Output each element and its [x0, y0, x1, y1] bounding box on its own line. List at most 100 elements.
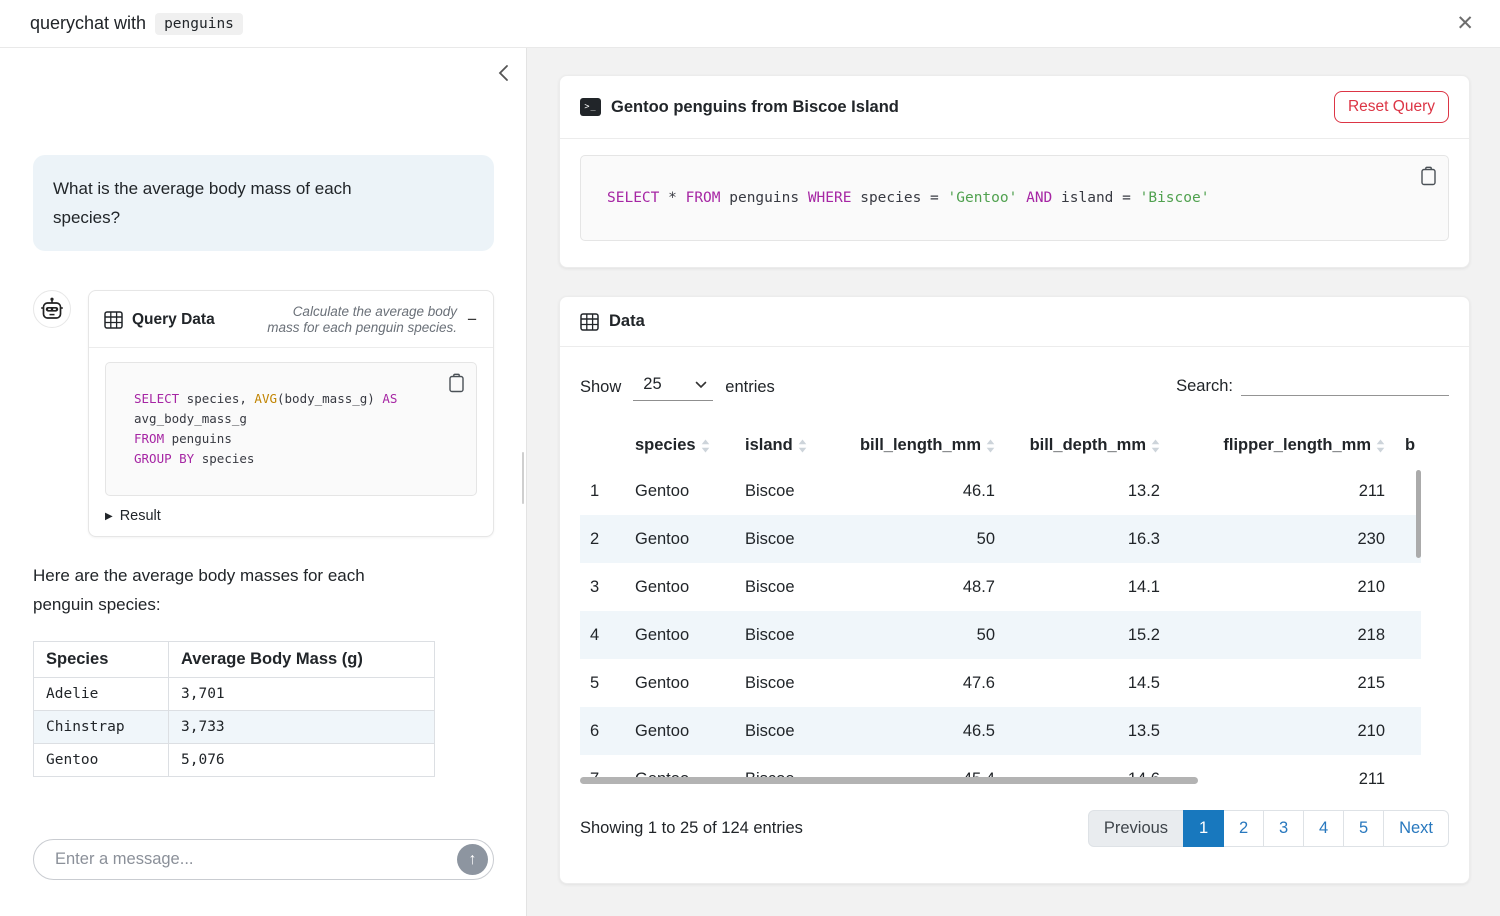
copy-icon[interactable]: [1418, 164, 1439, 188]
table-cell: 14.1: [1005, 563, 1170, 611]
send-button[interactable]: ↑: [457, 844, 488, 875]
assistant-message: Here are the average body masses for eac…: [33, 561, 494, 619]
table-cell: 230: [1170, 515, 1395, 563]
table-cell: 210: [1170, 563, 1395, 611]
page-button-next[interactable]: Next: [1383, 810, 1449, 847]
triangle-right-icon: ▶: [105, 511, 113, 522]
search-control: Search:: [1176, 373, 1449, 396]
table-cell: Gentoo: [625, 659, 735, 707]
table-cell: 211: [1170, 755, 1395, 785]
table-cell: [1395, 611, 1421, 659]
chat-message-input[interactable]: [33, 839, 494, 880]
column-header-flipper_length_mm[interactable]: flipper_length_mm: [1170, 428, 1395, 467]
table-cell: [1395, 755, 1421, 785]
sort-icon: [701, 439, 710, 453]
result-toggle[interactable]: ▶ Result: [105, 508, 477, 524]
table-cell: Biscoe: [735, 563, 845, 611]
row-number: 3: [580, 563, 625, 611]
user-message: What is the average body mass of each sp…: [33, 155, 494, 251]
table-cell: [1395, 563, 1421, 611]
search-label: Search:: [1176, 377, 1233, 396]
chat-panel: What is the average body mass of each sp…: [0, 48, 527, 916]
collapse-card-icon[interactable]: −: [466, 311, 478, 328]
table-cell: 215: [1170, 659, 1395, 707]
table-cell: Adelie: [34, 678, 169, 711]
column-header-species[interactable]: species: [625, 428, 735, 467]
table-cell: 211: [1170, 467, 1395, 515]
current-query-card: >_ Gentoo penguins from Biscoe Island Re…: [559, 75, 1470, 268]
table-row: 5GentooBiscoe47.614.5215: [580, 659, 1421, 707]
row-number: 5: [580, 659, 625, 707]
table-row: 1GentooBiscoe46.113.2211: [580, 467, 1421, 515]
table-row: Gentoo5,076: [34, 744, 435, 777]
table-row: 2GentooBiscoe5016.3230: [580, 515, 1421, 563]
table-cell: 46.1: [845, 467, 1005, 515]
panel-resize-handle[interactable]: [522, 452, 524, 504]
table-cell: Gentoo: [625, 611, 735, 659]
table-cell: Gentoo: [625, 467, 735, 515]
collapse-panel-icon[interactable]: [495, 62, 512, 84]
page-button-1[interactable]: 1: [1183, 810, 1224, 847]
reset-query-button[interactable]: Reset Query: [1334, 91, 1449, 123]
table-cell: 14.5: [1005, 659, 1170, 707]
table-cell: 46.5: [845, 707, 1005, 755]
table-cell: 15.2: [1005, 611, 1170, 659]
app-header: querychat with penguins ✕: [0, 0, 1500, 48]
table-cell: 218: [1170, 611, 1395, 659]
data-card-title: Data: [609, 312, 645, 331]
chat-history: What is the average body mass of each sp…: [0, 48, 526, 777]
robot-avatar: [33, 290, 71, 328]
page-button-previous[interactable]: Previous: [1088, 810, 1184, 847]
column-header-island[interactable]: island: [735, 428, 845, 467]
table-cell: Biscoe: [735, 707, 845, 755]
row-number: 4: [580, 611, 625, 659]
vertical-scrollbar-thumb[interactable]: [1416, 470, 1421, 558]
table-cell: [1395, 659, 1421, 707]
page-button-5[interactable]: 5: [1343, 810, 1384, 847]
column-header: Species: [34, 642, 169, 678]
table-search-input[interactable]: [1241, 373, 1449, 396]
data-table-viewport: speciesislandbill_length_mmbill_depth_mm…: [580, 428, 1449, 785]
table-cell: Biscoe: [735, 611, 845, 659]
page-button-3[interactable]: 3: [1263, 810, 1304, 847]
row-number: 1: [580, 467, 625, 515]
page-button-4[interactable]: 4: [1303, 810, 1344, 847]
copy-icon[interactable]: [446, 371, 467, 395]
page-button-2[interactable]: 2: [1223, 810, 1264, 847]
table-cell: 13.5: [1005, 707, 1170, 755]
table-cell: Gentoo: [625, 515, 735, 563]
row-number: 6: [580, 707, 625, 755]
species-mass-table: Species Average Body Mass (g) Adelie3,70…: [33, 641, 435, 777]
result-label: Result: [120, 508, 161, 524]
table-cell: 5,076: [169, 744, 435, 777]
table-cell: 13.2: [1005, 467, 1170, 515]
table-cell: 16.3: [1005, 515, 1170, 563]
dataset-name-badge: penguins: [155, 13, 243, 35]
column-header-bill_length_mm[interactable]: bill_length_mm: [845, 428, 1005, 467]
table-row: 6GentooBiscoe46.513.5210: [580, 707, 1421, 755]
table-cell: Chinstrap: [34, 711, 169, 744]
querychat-app: querychat with penguins ✕ What is the av…: [0, 0, 1500, 916]
tool-card-subtitle: Calculate the average body mass for each…: [261, 304, 457, 335]
table-cell: 48.7: [845, 563, 1005, 611]
sort-icon: [1151, 439, 1160, 453]
table-grid-icon: [104, 311, 123, 329]
table-row: 4GentooBiscoe5015.2218: [580, 611, 1421, 659]
close-icon[interactable]: ✕: [1456, 13, 1474, 34]
title-text: querychat with: [30, 13, 146, 34]
sql-code-block: SELECT species, AVG(body_mass_g) ASavg_b…: [105, 362, 477, 496]
show-label: Show: [580, 378, 621, 397]
table-cell: Gentoo: [625, 707, 735, 755]
table-cell: [1395, 707, 1421, 755]
column-header-bill_depth_mm[interactable]: bill_depth_mm: [1005, 428, 1170, 467]
sql-code: SELECT species, AVG(body_mass_g) ASavg_b…: [134, 389, 462, 469]
penguins-data-table: speciesislandbill_length_mmbill_depth_mm…: [580, 428, 1421, 785]
table-cell: Gentoo: [625, 563, 735, 611]
table-row: Adelie3,701: [34, 678, 435, 711]
sort-icon: [986, 439, 995, 453]
table-cell: 3,701: [169, 678, 435, 711]
page-size-select[interactable]: 25: [633, 373, 713, 401]
table-cell: Biscoe: [735, 467, 845, 515]
horizontal-scrollbar-thumb[interactable]: [580, 777, 1198, 784]
table-cell: Biscoe: [735, 659, 845, 707]
